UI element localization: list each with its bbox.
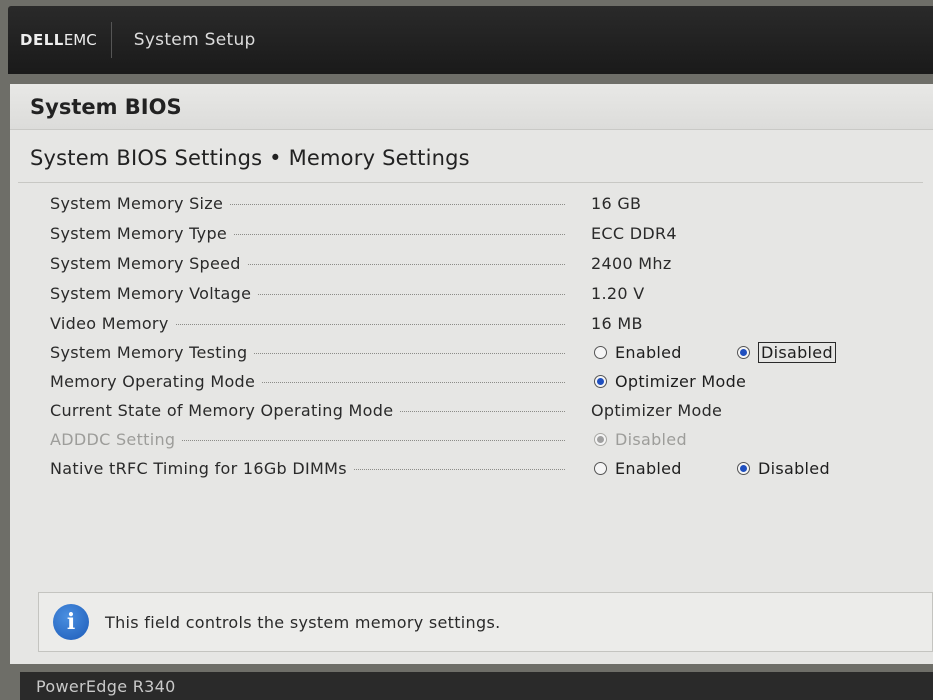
radio-selected-icon (594, 374, 607, 388)
setting-row-memory-size: System Memory Size 16 GB (10, 190, 933, 216)
setting-value: 1.20 V (591, 283, 645, 303)
setting-label: System Memory Type (50, 223, 234, 243)
info-icon: i (53, 604, 89, 640)
dell-emc-logo: DELLEMC (20, 31, 97, 49)
footer-bar: PowerEdge R340 (20, 672, 933, 700)
setting-row-video-memory: Video Memory 16 MB (10, 310, 933, 336)
model-name: PowerEdge R340 (36, 676, 176, 696)
radio-selected-icon (737, 461, 750, 475)
setting-value: ECC DDR4 (591, 223, 677, 243)
help-text: This field controls the system memory se… (105, 612, 501, 632)
setting-value: 2400 Mhz (591, 253, 672, 273)
radio-trfc-enabled[interactable]: Enabled (594, 459, 682, 478)
setting-value: Optimizer Mode (591, 400, 723, 420)
setting-value: 16 GB (591, 193, 642, 213)
brand: DELLEMC (8, 22, 112, 58)
main-panel: System BIOS System BIOS Settings • Memor… (10, 84, 933, 664)
app-title: System Setup (133, 30, 256, 50)
radio-optimizer-mode[interactable]: Optimizer Mode (594, 372, 746, 391)
setting-label: Current State of Memory Operating Mode (50, 400, 400, 420)
top-bar: DELLEMC System Setup (8, 6, 933, 74)
radio-trfc-disabled[interactable]: Disabled (737, 459, 830, 478)
setting-label: ADDDC Setting (50, 429, 182, 449)
panel-title-bar: System BIOS (10, 84, 933, 130)
radio-memory-testing-disabled[interactable]: Disabled (737, 341, 836, 363)
focused-option: Disabled (758, 341, 836, 363)
radio-adddc-disabled: Disabled (594, 430, 687, 449)
setting-label: System Memory Voltage (50, 283, 258, 303)
setting-value: 16 MB (591, 313, 643, 333)
radio-memory-testing-enabled[interactable]: Enabled (594, 343, 682, 362)
setting-row-memory-voltage: System Memory Voltage 1.20 V (10, 280, 933, 306)
setting-label: Native tRFC Timing for 16Gb DIMMs (50, 458, 353, 478)
help-box: i This field controls the system memory … (38, 592, 933, 652)
radio-unselected-icon (594, 345, 607, 359)
setting-label: System Memory Size (50, 193, 230, 213)
radio-selected-icon (737, 345, 750, 359)
setting-row-adddc: ADDDC Setting Disabled (10, 426, 933, 452)
breadcrumb: System BIOS Settings • Memory Settings (30, 146, 470, 170)
divider (18, 182, 923, 183)
setting-label: System Memory Testing (50, 342, 254, 362)
radio-unselected-icon (594, 461, 607, 475)
setting-row-current-state-operating-mode: Current State of Memory Operating Mode O… (10, 397, 933, 423)
setting-label: Memory Operating Mode (50, 371, 262, 391)
setting-row-memory-operating-mode: Memory Operating Mode Optimizer Mode (10, 368, 933, 394)
radio-selected-icon (594, 432, 607, 446)
setting-row-memory-type: System Memory Type ECC DDR4 (10, 220, 933, 246)
setting-label: Video Memory (50, 313, 175, 333)
setting-label: System Memory Speed (50, 253, 247, 273)
panel-title: System BIOS (30, 94, 182, 119)
setting-row-memory-testing: System Memory Testing Enabled Disabled (10, 339, 933, 365)
setting-row-memory-speed: System Memory Speed 2400 Mhz (10, 250, 933, 276)
setting-row-native-trfc: Native tRFC Timing for 16Gb DIMMs Enable… (10, 455, 933, 481)
